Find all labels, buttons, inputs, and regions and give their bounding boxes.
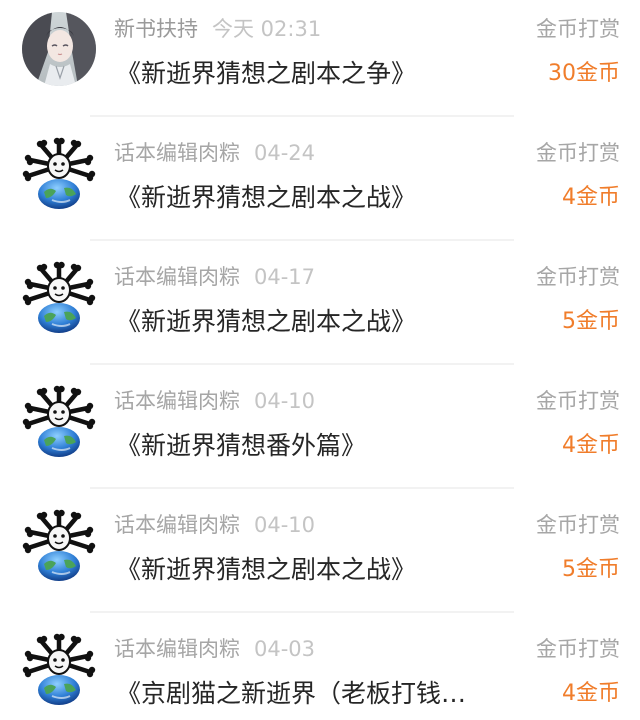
avatar[interactable] [22,384,96,458]
divider [90,363,514,365]
timestamp: 04-17 [254,265,316,289]
bones-skull-earth-icon [22,509,96,581]
list-item[interactable]: 话本编辑肉粽 04-10 《新逝界猜想之剧本之战》 金币打赏 5金币 [0,496,640,620]
divider [90,115,514,117]
reward-amount: 30金币 [548,61,620,86]
timestamp: 04-24 [254,141,316,165]
timestamp: 04-10 [254,389,316,413]
avatar[interactable] [22,136,96,210]
list-item[interactable]: 话本编辑肉粽 04-03 《京剧猫之新逝界（老板打钱… 金币打赏 4金币 [0,620,640,720]
bones-skull-earth-icon [22,137,96,209]
reward-amount: 4金币 [562,681,620,706]
reward-type: 金币打赏 [536,265,620,289]
reward-amount: 5金币 [562,557,620,582]
list-item[interactable]: 话本编辑肉粽 04-17 《新逝界猜想之剧本之战》 金币打赏 5金币 [0,248,640,372]
meta-line: 话本编辑肉粽 04-24 [114,138,315,168]
bones-skull-earth-icon [22,261,96,333]
reward-type: 金币打赏 [536,389,620,413]
reward-type: 金币打赏 [536,141,620,165]
meta-line: 话本编辑肉粽 04-03 [114,634,315,664]
list-item[interactable]: 话本编辑肉粽 04-24 《新逝界猜想之剧本之战》 金币打赏 4金币 [0,124,640,248]
book-title[interactable]: 《新逝界猜想之剧本之战》 [116,550,516,590]
avatar[interactable] [22,632,96,706]
reward-amount: 4金币 [562,433,620,458]
avatar[interactable] [22,12,96,86]
sender-name: 新书扶持 [114,17,198,41]
sender-name: 话本编辑肉粽 [114,637,240,661]
reward-type: 金币打赏 [536,513,620,537]
divider [90,487,514,489]
reward-list: 新书扶持 今天 02:31 《新逝界猜想之剧本之争》 金币打赏 30金币 话本编… [0,0,640,720]
book-title[interactable]: 《新逝界猜想之剧本之争》 [116,54,516,94]
book-title[interactable]: 《新逝界猜想之剧本之战》 [116,302,516,342]
reward-amount: 4金币 [562,185,620,210]
reward-amount: 5金币 [562,309,620,334]
timestamp: 今天 02:31 [212,17,322,41]
book-title[interactable]: 《京剧猫之新逝界（老板打钱… [116,674,516,714]
timestamp: 04-03 [254,637,316,661]
meta-line: 话本编辑肉粽 04-10 [114,510,315,540]
divider [90,239,514,241]
sender-name: 话本编辑肉粽 [114,141,240,165]
meta-line: 话本编辑肉粽 04-10 [114,386,315,416]
bones-skull-earth-icon [22,385,96,457]
bones-skull-earth-icon [22,633,96,705]
avatar[interactable] [22,508,96,582]
sender-name: 话本编辑肉粽 [114,389,240,413]
list-item[interactable]: 新书扶持 今天 02:31 《新逝界猜想之剧本之争》 金币打赏 30金币 [0,0,640,124]
book-title[interactable]: 《新逝界猜想番外篇》 [116,426,516,466]
sender-name: 话本编辑肉粽 [114,513,240,537]
meta-line: 话本编辑肉粽 04-17 [114,262,315,292]
reward-type: 金币打赏 [536,17,620,41]
sender-name: 话本编辑肉粽 [114,265,240,289]
timestamp: 04-10 [254,513,316,537]
anime-character-avatar-icon [22,12,96,86]
reward-type: 金币打赏 [536,637,620,661]
meta-line: 新书扶持 今天 02:31 [114,14,321,44]
list-item[interactable]: 话本编辑肉粽 04-10 《新逝界猜想番外篇》 金币打赏 4金币 [0,372,640,496]
avatar[interactable] [22,260,96,334]
divider [90,611,514,613]
book-title[interactable]: 《新逝界猜想之剧本之战》 [116,178,516,218]
